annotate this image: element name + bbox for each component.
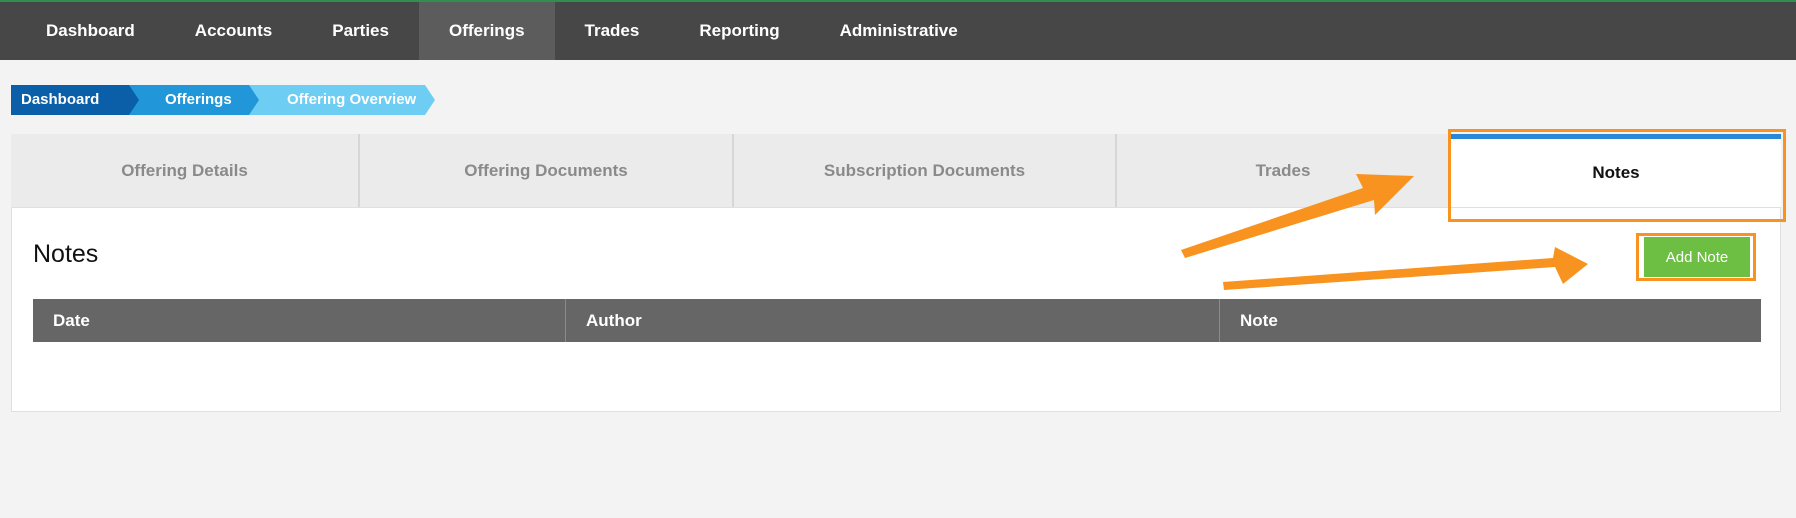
nav-dashboard[interactable]: Dashboard	[16, 2, 165, 60]
tab-offering-documents[interactable]: Offering Documents	[360, 134, 734, 207]
column-header-note[interactable]: Note	[1220, 299, 1761, 342]
nav-offerings[interactable]: Offerings	[418, 2, 555, 60]
tab-subscription-documents[interactable]: Subscription Documents	[734, 134, 1117, 207]
column-header-date[interactable]: Date	[33, 299, 566, 342]
tab-offering-details[interactable]: Offering Details	[11, 134, 360, 207]
panel-title: Notes	[33, 240, 99, 268]
column-header-author[interactable]: Author	[566, 299, 1220, 342]
nav-trades[interactable]: Trades	[555, 2, 670, 60]
top-navigation: Dashboard Accounts Parties Offerings Tra…	[0, 0, 1796, 60]
tab-trades[interactable]: Trades	[1117, 134, 1451, 207]
breadcrumb-offerings[interactable]: Offerings	[121, 85, 259, 115]
offering-tabs: Offering Details Offering Documents Subs…	[11, 134, 1781, 207]
nav-administrative[interactable]: Administrative	[810, 2, 988, 60]
notes-table-header: Date Author Note	[33, 299, 1761, 342]
tab-notes[interactable]: Notes	[1451, 134, 1781, 207]
breadcrumb-offering-overview[interactable]: Offering Overview	[241, 85, 435, 115]
add-note-button[interactable]: Add Note	[1644, 237, 1750, 277]
breadcrumb-dashboard[interactable]: Dashboard	[11, 85, 139, 115]
notes-panel: Notes Add Note Date Author Note	[11, 207, 1781, 412]
nav-reporting[interactable]: Reporting	[669, 2, 809, 60]
nav-accounts[interactable]: Accounts	[165, 2, 302, 60]
nav-parties[interactable]: Parties	[302, 2, 419, 60]
